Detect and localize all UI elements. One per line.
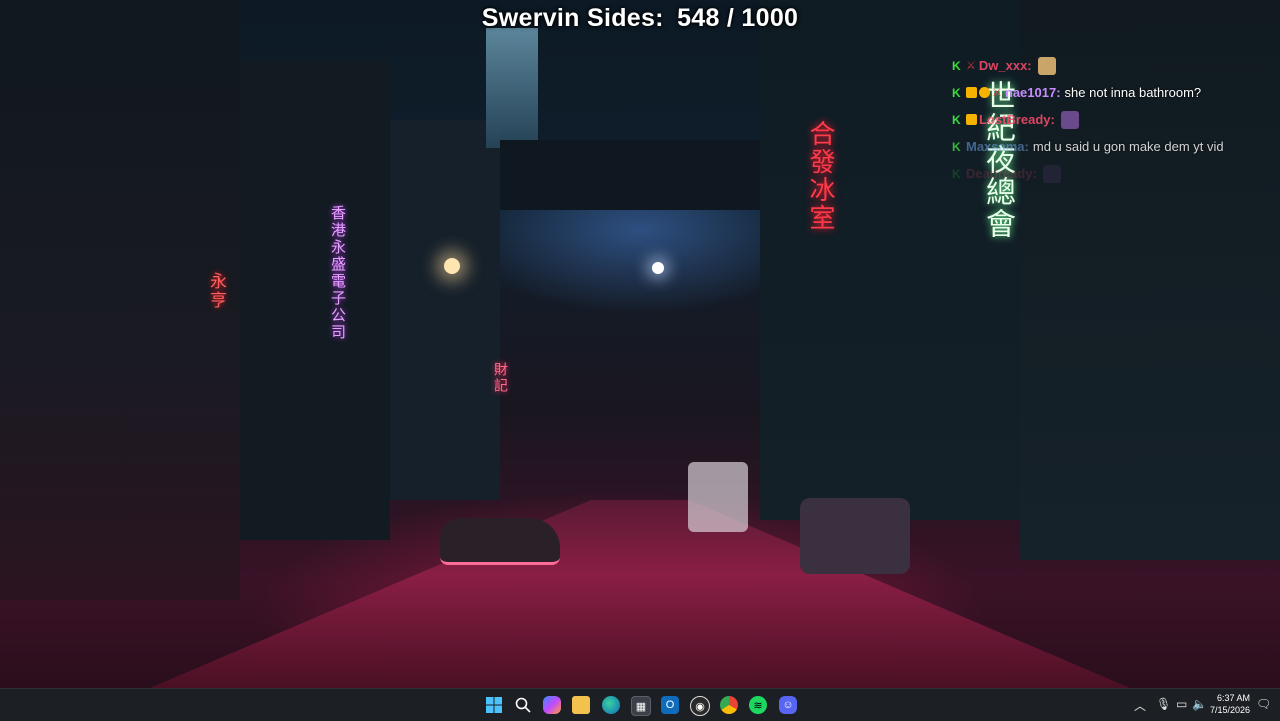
obs-icon[interactable]: ◉ <box>690 696 710 716</box>
neon-sign: 永亨 <box>206 272 226 310</box>
volume-icon[interactable]: 🔈 <box>1192 697 1207 711</box>
car <box>800 498 910 574</box>
chat-text: md u said u gon make dem yt vid <box>1032 139 1224 154</box>
search-icon[interactable] <box>514 696 532 714</box>
system-clock[interactable]: 6:37 AM 7/15/2026 <box>1210 692 1250 716</box>
clock-time: 6:37 AM <box>1216 693 1250 703</box>
left-building-3 <box>390 120 500 500</box>
chat-message: K ⚔ nae1017: she not inna bathroom? <box>952 79 1280 106</box>
chat-username: Maxsama: <box>966 139 1029 154</box>
subscriber-badge-icon <box>966 114 977 125</box>
chat-overlay: K ⚔ Dw_xxx: K ⚔ nae1017: she not inna ba… <box>952 52 1280 187</box>
kick-badge-icon: K <box>952 58 961 73</box>
chat-message: K Maxsama: md u said u gon make dem yt v… <box>952 133 1280 160</box>
counter-value: 548 / 1000 <box>677 4 799 32</box>
street-lamp <box>652 262 664 274</box>
chat-username: nae1017: <box>1004 85 1061 100</box>
moderator-badge-icon: ⚔ <box>992 87 1002 99</box>
spotify-icon[interactable]: ≋ <box>749 696 767 714</box>
microphone-icon[interactable]: 🎙 <box>1156 697 1171 711</box>
counter-label: Swervin Sides: <box>481 4 664 32</box>
chat-username: LostBready: <box>979 112 1055 127</box>
bus <box>688 462 748 532</box>
kick-badge-icon: K <box>952 166 961 181</box>
car <box>440 518 560 565</box>
store-icon[interactable]: ▦ <box>631 696 651 716</box>
neon-sign: 財記 <box>492 362 508 394</box>
neon-sign: 香港永盛電子公司 <box>329 205 347 341</box>
kick-badge-icon: K <box>952 139 961 154</box>
network-icon[interactable]: ▭ <box>1176 697 1187 711</box>
chat-message: K LostBready: <box>952 106 1280 133</box>
face-emote <box>1060 110 1079 129</box>
moderator-badge-icon: ⚔ <box>966 60 976 72</box>
chat-message: K ⚔ Dw_xxx: <box>952 52 1280 79</box>
overpass <box>500 140 760 210</box>
start-icon[interactable] <box>485 696 503 714</box>
subscriber-badge-icon <box>966 87 977 98</box>
left-building-2 <box>240 60 390 540</box>
show-hidden-icons-icon[interactable]: ︿ <box>1134 697 1146 714</box>
clock-date: 7/15/2026 <box>1209 705 1250 715</box>
gifter-badge-icon <box>979 87 990 98</box>
edge-icon[interactable] <box>602 696 620 714</box>
chat-username: Deadready: <box>966 166 1037 181</box>
outlook-icon[interactable]: O <box>661 696 679 714</box>
street-lamp <box>444 258 460 274</box>
neon-sign: 合發冰室 <box>805 120 835 232</box>
notification-icon[interactable]: 🗨 <box>1256 697 1271 711</box>
thumbs-emote <box>1037 56 1056 75</box>
windows-taskbar: ▦ O ◉ ≋ ☺ ︿ 🎙 ▭ 🔈 6:37 AM 7/15/2026 🗨 <box>0 688 1280 721</box>
chrome-icon[interactable] <box>720 696 738 714</box>
copilot-icon[interactable] <box>543 696 561 714</box>
chat-text: she not inna bathroom? <box>1064 85 1202 100</box>
chat-username: Dw_xxx: <box>978 58 1032 73</box>
chat-message: K Deadready: <box>952 160 1280 187</box>
file-explorer-icon[interactable] <box>572 696 590 714</box>
discord-icon[interactable]: ☺ <box>779 696 797 714</box>
kick-badge-icon: K <box>952 85 961 100</box>
distant-tower <box>486 28 538 148</box>
stream-counter-overlay: Swervin Sides: 548 / 1000 <box>0 4 1280 33</box>
kick-badge-icon: K <box>952 112 961 127</box>
face-emote <box>1042 164 1061 183</box>
